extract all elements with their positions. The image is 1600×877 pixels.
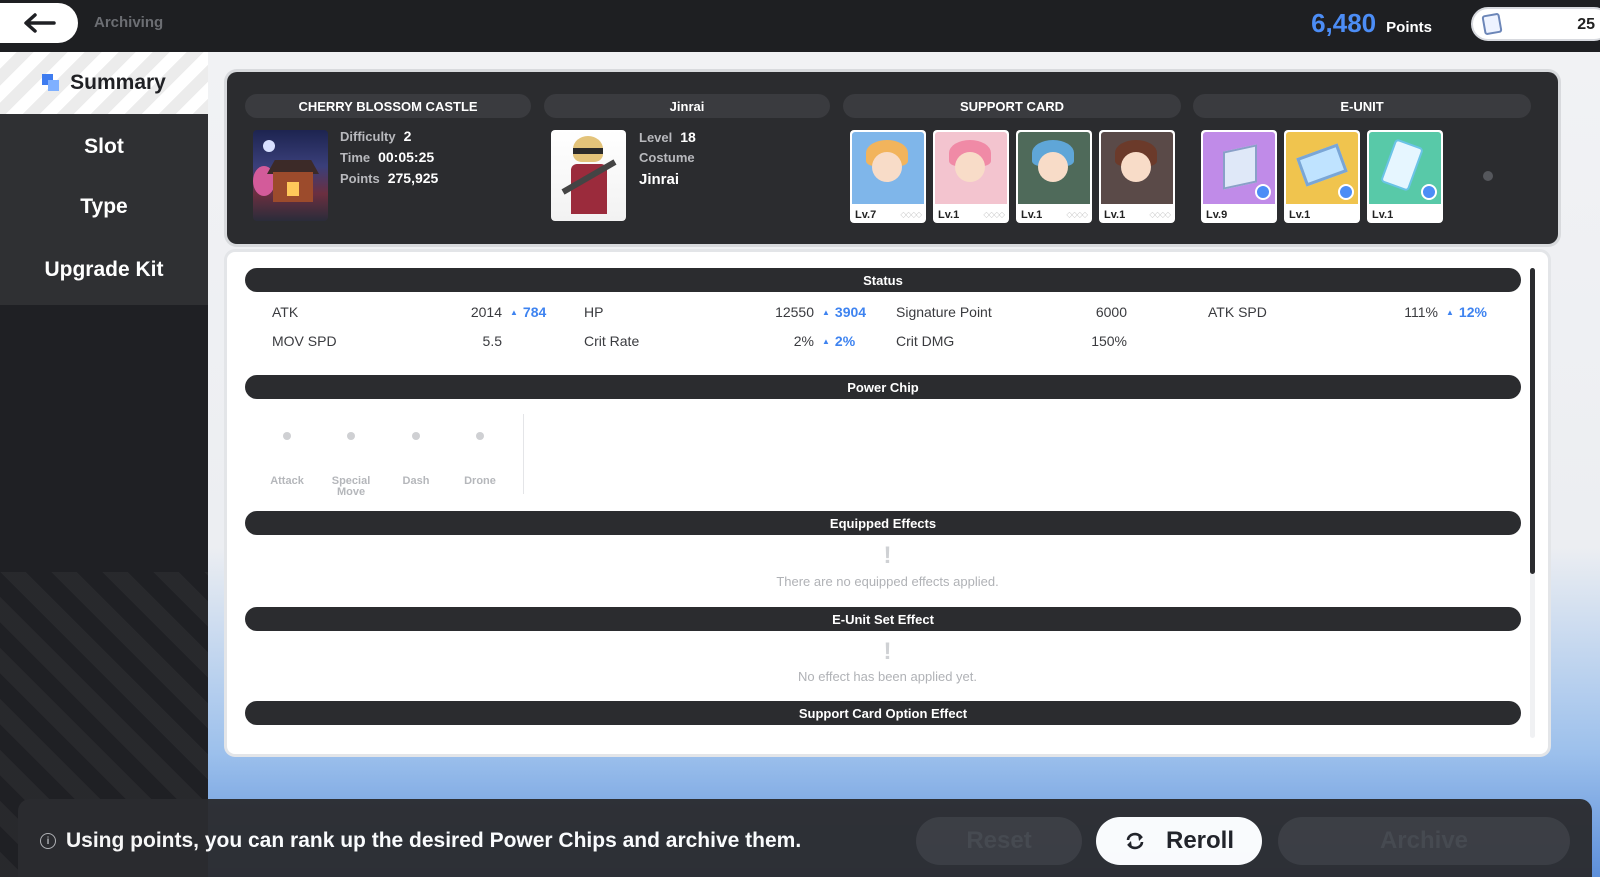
- chip-dot: [283, 432, 291, 440]
- exclamation-icon: !: [883, 638, 892, 665]
- currency-display[interactable]: 25: [1471, 7, 1600, 41]
- e-unit-tag: E-UNIT: [1193, 94, 1531, 118]
- arrow-left-icon: [24, 13, 56, 33]
- chip-divider: [523, 414, 524, 494]
- equipped-empty-message: There are no equipped effects applied.: [776, 574, 999, 589]
- support-card-tag: SUPPORT CARD: [843, 94, 1181, 118]
- e-unit-1[interactable]: Lv.9: [1201, 130, 1277, 223]
- reroll-icon: [1126, 832, 1144, 850]
- nav-item-upgrade-kit[interactable]: Upgrade Kit: [0, 240, 208, 300]
- breadcrumb: Archiving: [94, 14, 164, 31]
- scrollbar-thumb[interactable]: [1530, 268, 1535, 574]
- archive-button[interactable]: Archive: [1278, 817, 1570, 865]
- e-unit-set-empty-message: No effect has been applied yet.: [798, 669, 977, 684]
- stat-signature-value: 6000: [1095, 304, 1127, 320]
- difficulty-row: Difficulty 2: [340, 128, 412, 144]
- support-card-4[interactable]: Lv.1 ◇◇◇◇: [1099, 130, 1175, 223]
- chip-slot-drone[interactable]: Drone: [450, 432, 510, 487]
- nav-item-summary[interactable]: Summary: [0, 52, 208, 114]
- info-row: i Using points, you can rank up the desi…: [40, 829, 801, 853]
- support-card-2[interactable]: Lv.1 ◇◇◇◇: [933, 130, 1009, 223]
- info-text: Using points, you can rank up the desire…: [66, 829, 802, 852]
- stat-atkspd-increase: 12%: [1446, 304, 1487, 320]
- support-card-3[interactable]: Lv.1 ◇◇◇◇: [1016, 130, 1092, 223]
- reroll-button[interactable]: Reroll: [1096, 817, 1262, 865]
- chip-slot-dash[interactable]: Dash: [386, 432, 446, 487]
- chip-slot-special-move[interactable]: Special Move: [321, 432, 381, 498]
- support-option-header: Support Card Option Effect: [245, 701, 1521, 725]
- exclamation-icon: !: [883, 542, 892, 569]
- points-row: Points 275,925: [340, 170, 439, 186]
- main-area: CHERRY BLOSSOM CASTLE Jinrai SUPPORT CAR…: [208, 52, 1600, 877]
- chip-dot: [347, 432, 355, 440]
- stat-atk-value: 2014: [470, 304, 502, 320]
- chip-label: Special Move: [331, 475, 371, 498]
- time-row: Time 00:05:25: [340, 149, 435, 165]
- stat-crit-value: 2%: [793, 333, 814, 349]
- points-value: 6,480: [1311, 8, 1377, 38]
- stat-atk-label: ATK: [272, 304, 299, 320]
- e-unit-2[interactable]: Lv.1: [1284, 130, 1360, 223]
- empty-slot-dot: [1483, 171, 1493, 181]
- chip-label: Attack: [270, 475, 304, 487]
- reset-button[interactable]: Reset: [916, 817, 1082, 865]
- detail-panel: Status ATK 2014 784 HP 12550 3904 Signat…: [227, 252, 1548, 754]
- stat-atkspd-label: ATK SPD: [1208, 304, 1267, 320]
- stage-thumbnail: [253, 130, 328, 221]
- points-display: 6,480 Points: [1311, 8, 1432, 39]
- back-button[interactable]: [0, 3, 78, 43]
- power-chip-header: Power Chip: [245, 375, 1521, 399]
- nav-item-slot[interactable]: Slot: [0, 117, 208, 177]
- support-card-1[interactable]: Lv.7 ◇◇◇◇: [850, 130, 926, 223]
- stat-signature-label: Signature Point: [896, 304, 992, 320]
- stat-hp-value: 12550: [775, 304, 814, 320]
- stat-critdmg-value: 150%: [1091, 333, 1127, 349]
- chip-dot: [476, 432, 484, 440]
- stat-crit-label: Crit Rate: [584, 333, 640, 349]
- bottom-bar: i Using points, you can rank up the desi…: [18, 799, 1592, 877]
- info-icon: i: [40, 833, 56, 849]
- loadout-header: CHERRY BLOSSOM CASTLE Jinrai SUPPORT CAR…: [227, 72, 1558, 244]
- stage-tag: CHERRY BLOSSOM CASTLE: [245, 94, 531, 118]
- costume-label: Costume: [639, 150, 695, 165]
- e-unit-set-header: E-Unit Set Effect: [245, 607, 1521, 631]
- stat-movspd-value: 5.5: [482, 333, 502, 349]
- nav-item-type[interactable]: Type: [0, 177, 208, 237]
- chip-dot: [412, 432, 420, 440]
- points-label: Points: [1386, 19, 1432, 36]
- chip-slot-attack[interactable]: Attack: [257, 432, 317, 487]
- stat-critdmg-label: Crit DMG: [896, 333, 955, 349]
- top-bar: Archiving 6,480 Points 25: [0, 0, 1600, 52]
- stat-crit-increase: 2%: [822, 333, 855, 349]
- stat-hp-increase: 3904: [822, 304, 866, 320]
- status-header: Status: [245, 268, 1521, 292]
- left-nav: Summary Slot Type Upgrade Kit: [0, 52, 208, 877]
- character-portrait[interactable]: [551, 130, 626, 221]
- nav-item-label: Summary: [70, 71, 166, 94]
- summary-icon: [42, 74, 60, 92]
- character-tag: Jinrai: [544, 94, 830, 118]
- stat-hp-label: HP: [584, 304, 604, 320]
- ticket-icon: [1481, 12, 1503, 36]
- stat-movspd-label: MOV SPD: [272, 333, 337, 349]
- equipped-effects-header: Equipped Effects: [245, 511, 1521, 535]
- chip-label: Drone: [464, 475, 496, 487]
- costume-row: Jinrai: [639, 171, 680, 188]
- e-unit-3[interactable]: Lv.1: [1367, 130, 1443, 223]
- level-row: Level 18: [639, 129, 696, 145]
- stat-atk-increase: 784: [510, 304, 546, 320]
- currency-value: 25: [1577, 16, 1595, 33]
- stat-atkspd-value: 111%: [1404, 304, 1438, 320]
- reroll-label: Reroll: [1165, 827, 1234, 854]
- chip-label: Dash: [402, 475, 430, 487]
